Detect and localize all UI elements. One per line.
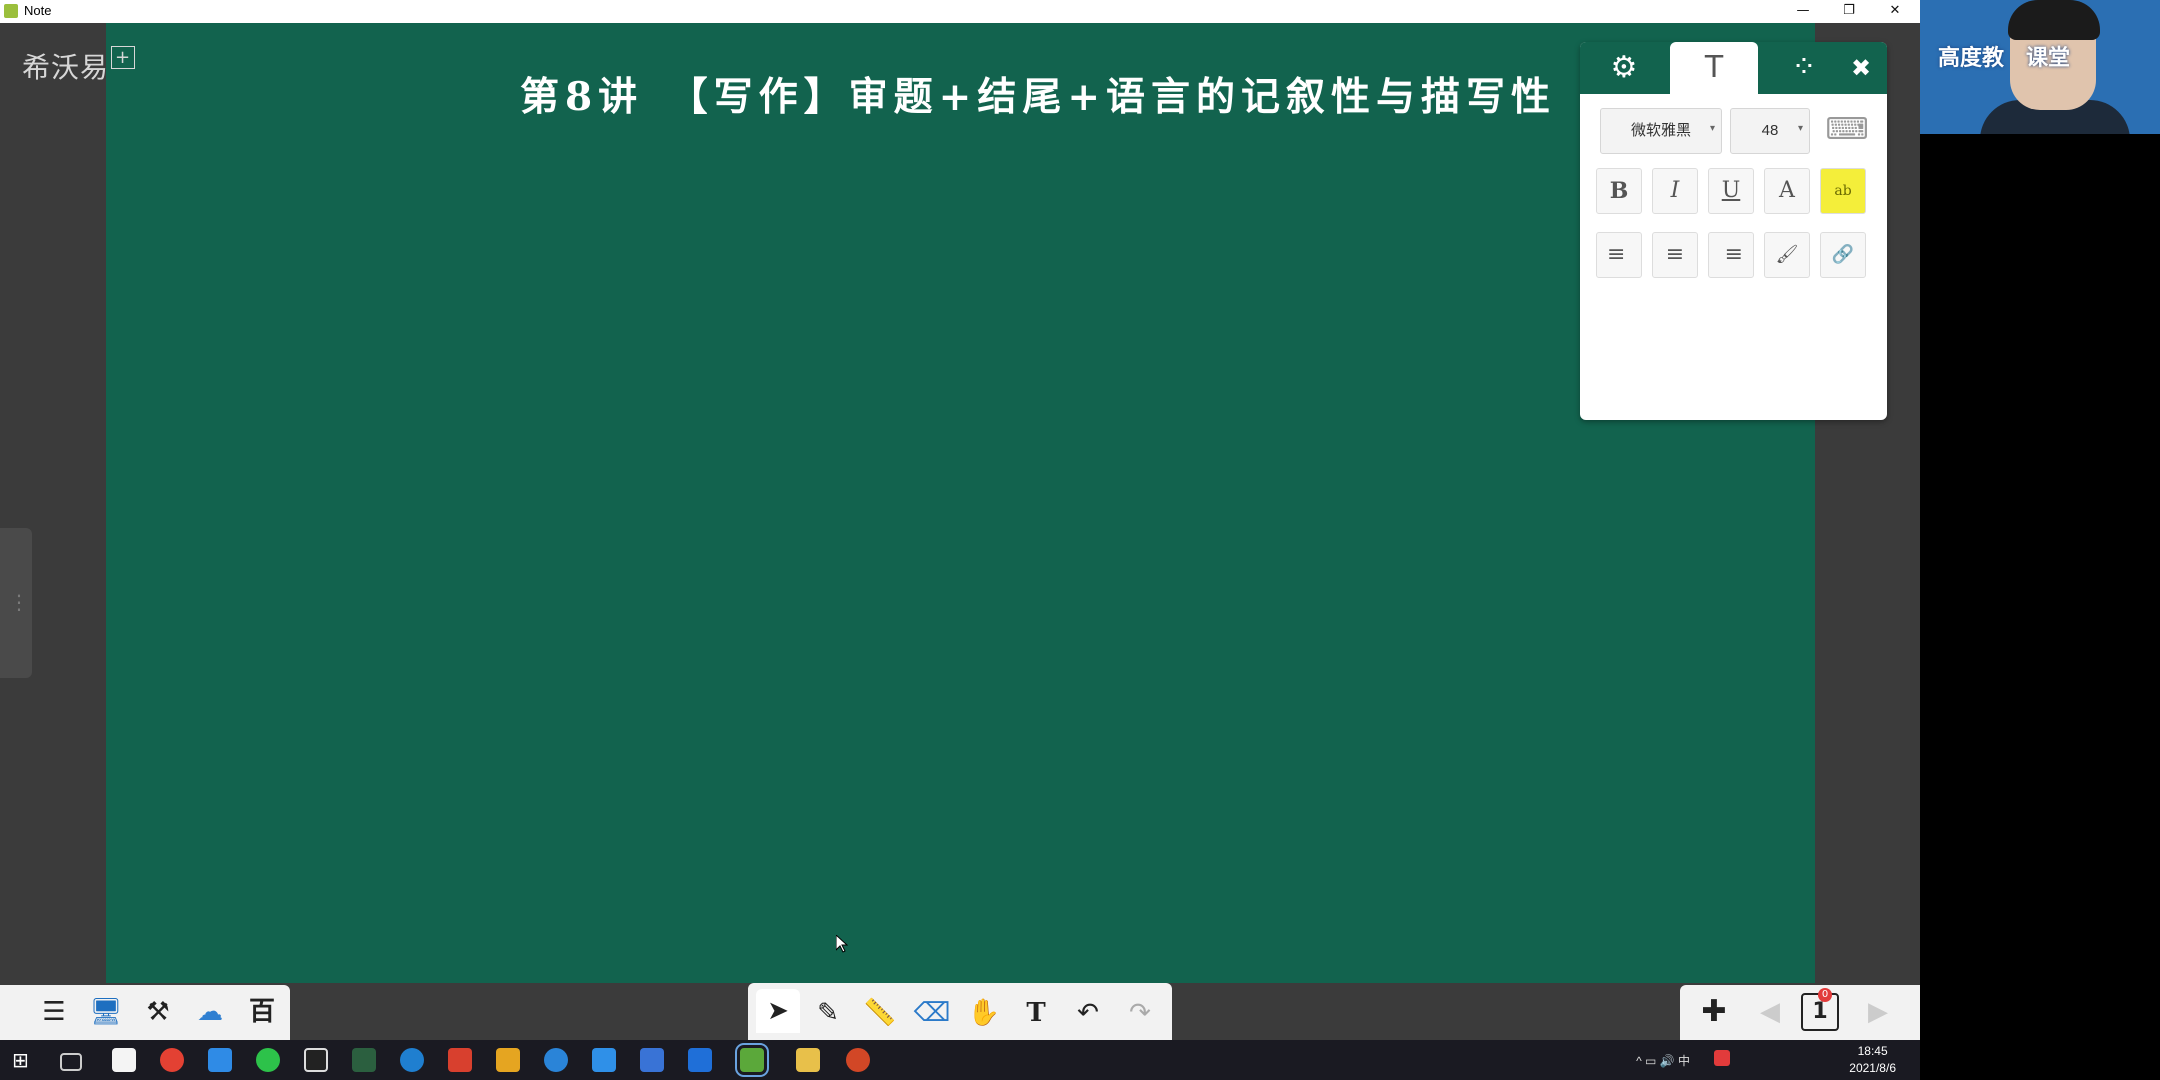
window-titlebar: Note — ❐ ✕ [0, 0, 1920, 24]
clock-date: 2021/8/6 [1849, 1061, 1896, 1075]
font-size-select[interactable]: 48 ▾ [1730, 108, 1810, 154]
tray-icons[interactable]: ^ ▭ 🔊 中 [1636, 1052, 1690, 1069]
eraser-icon[interactable]: ⌫ [910, 991, 954, 1035]
align-center-button[interactable]: ≡ [1652, 232, 1698, 278]
highlight-button[interactable]: ab [1820, 168, 1866, 214]
webcam-overlay-text: 高度教 课堂 [1938, 46, 2071, 71]
restore-button[interactable]: ❐ [1826, 0, 1872, 22]
logo-text: 希沃易 [22, 51, 110, 84]
tools-icon[interactable]: ⚒ [136, 990, 180, 1034]
window-title: Note [24, 3, 52, 18]
clock[interactable]: 18:45 2021/8/6 [1849, 1043, 1896, 1077]
underline-button[interactable]: U [1708, 168, 1754, 214]
handle-icon: ⋮ [9, 590, 29, 614]
app-icon[interactable] [352, 1048, 376, 1072]
tray-app-icon[interactable] [1714, 1050, 1730, 1066]
italic-button[interactable]: I [1652, 168, 1698, 214]
clock-time: 18:45 [1857, 1044, 1888, 1058]
app-blue2-icon[interactable] [592, 1048, 616, 1072]
webcam-person-hair [2008, 0, 2100, 40]
toolbar-center: ➤ ✎ 📏 ⌫ ✋ T ↶ ↷ [748, 983, 1172, 1040]
panel-tabs: ⚙ T ⁘ ✖ [1580, 42, 1887, 94]
cloud-icon[interactable]: ☁ [188, 990, 232, 1034]
taskview-icon[interactable] [60, 1053, 82, 1071]
pen-icon[interactable]: ✎ [806, 991, 850, 1035]
search-app-icon[interactable] [400, 1048, 424, 1072]
wechat-icon[interactable] [256, 1048, 280, 1072]
page-count-badge: 0 [1818, 988, 1832, 1002]
prev-page-icon[interactable]: ◀ [1748, 990, 1792, 1034]
app-red-icon[interactable] [448, 1048, 472, 1072]
desktop-icon[interactable]: 🖥 [84, 990, 128, 1034]
qq-icon[interactable] [304, 1048, 328, 1072]
app-color-icon[interactable] [496, 1048, 520, 1072]
toolbar-right: ✚ ◀ 1 ▶ [1680, 985, 1920, 1040]
side-drawer-handle[interactable]: ⋮ [0, 528, 32, 678]
redo-icon[interactable]: ↷ [1118, 991, 1162, 1035]
chrome-icon[interactable] [160, 1048, 184, 1072]
app-icon [4, 4, 18, 18]
ruler-icon[interactable]: 📏 [858, 991, 902, 1035]
next-page-icon[interactable]: ▶ [1856, 990, 1900, 1034]
chevron-down-icon: ▾ [1709, 123, 1715, 134]
close-icon[interactable]: ✖ [1835, 42, 1887, 94]
baidu-netdisk-icon[interactable] [208, 1048, 232, 1072]
folder-icon[interactable] [796, 1048, 820, 1072]
left-margin [0, 23, 106, 983]
seewo-logo: 希沃易 + [22, 46, 136, 86]
undo-icon[interactable]: ↶ [1066, 991, 1110, 1035]
select-icon[interactable]: ➤ [756, 989, 800, 1033]
app-blue4-icon[interactable] [688, 1048, 712, 1072]
logo-plus: + [111, 46, 136, 69]
menu-icon[interactable]: ☰ [32, 990, 76, 1034]
powerpoint-icon[interactable] [846, 1048, 870, 1072]
format-brush-icon[interactable]: 🖌 [1764, 232, 1810, 278]
bold-button[interactable]: B [1596, 168, 1642, 214]
text-icon[interactable]: T [1670, 42, 1758, 94]
file-icon[interactable] [112, 1048, 136, 1072]
font-color-button[interactable]: A [1764, 168, 1810, 214]
mouse-cursor-icon [836, 935, 848, 953]
app-blue-icon[interactable] [544, 1048, 568, 1072]
chevron-down-icon: ▾ [1797, 123, 1803, 134]
align-left-button[interactable]: ≡ [1596, 232, 1642, 278]
text-tool-icon[interactable]: T [1014, 991, 1058, 1035]
add-page-icon[interactable]: ✚ [1692, 990, 1736, 1034]
gear-icon[interactable]: ⚙ [1580, 42, 1668, 94]
easinote-icon[interactable] [735, 1043, 769, 1077]
baidu-icon[interactable]: 百 [240, 990, 284, 1034]
minimize-button[interactable]: — [1780, 0, 1826, 22]
link-icon[interactable]: 🔗 [1820, 232, 1866, 278]
font-family-select[interactable]: 微软雅黑 ▾ [1600, 108, 1722, 154]
align-right-button[interactable]: ≡ [1708, 232, 1754, 278]
text-format-panel: ⚙ T ⁘ ✖ 微软雅黑 ▾ 48 ▾ ⌨ B I U A ab ≡ ≡ ≡ 🖌… [1580, 42, 1887, 420]
whiteboard-canvas[interactable] [106, 23, 1815, 983]
windows-taskbar: ⊞ ^ ▭ 🔊 中 18:45 2021/8/6 [0, 1040, 1920, 1080]
hand-icon[interactable]: ✋ [962, 991, 1006, 1035]
toolbar-left: ☰ 🖥 ⚒ ☁ 百 [0, 985, 290, 1040]
lesson-title: 第8讲 【写作】审题+结尾+语言的记叙性与描写性 [520, 74, 1556, 120]
font-size-value: 48 [1761, 122, 1779, 139]
webcam-feed: 高度教 课堂 [1920, 0, 2160, 134]
app-blue3-icon[interactable] [640, 1048, 664, 1072]
font-family-value: 微软雅黑 [1630, 122, 1691, 139]
close-button[interactable]: ✕ [1872, 0, 1918, 22]
keyboard-icon[interactable]: ⌨ [1825, 108, 1869, 152]
black-area [1920, 134, 2160, 1080]
windows-icon[interactable]: ⊞ [12, 1048, 36, 1072]
